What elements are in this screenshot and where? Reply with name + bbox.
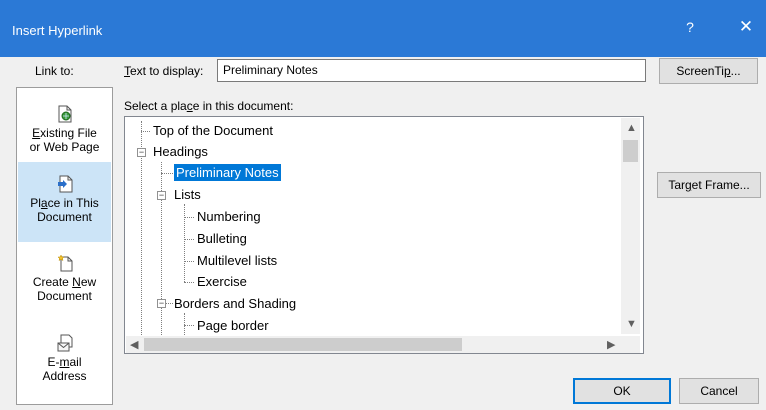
tree-item-page-border[interactable]: Page border <box>197 315 269 336</box>
link-existing-file-label: Existing File or Web Page <box>29 126 100 154</box>
tree-expander-headings[interactable]: − <box>137 148 146 157</box>
tree-item-lists[interactable]: Lists <box>174 184 201 205</box>
insert-hyperlink-dialog: Insert Hyperlink ? ✕ Link to: Existing F… <box>0 0 766 410</box>
scroll-up-arrow-icon[interactable]: ▲ <box>626 122 637 134</box>
tree-connector <box>184 204 185 282</box>
email-icon <box>57 334 72 352</box>
tree-connector <box>141 131 150 132</box>
tree-connector <box>184 325 194 326</box>
tree-item-bulleting[interactable]: Bulleting <box>197 228 247 249</box>
link-create-new-document-button[interactable]: Create New Document <box>18 254 111 316</box>
close-button[interactable]: ✕ <box>732 17 760 43</box>
link-to-panel: Existing File or Web Page Place in This … <box>16 87 113 405</box>
scroll-down-arrow-icon[interactable]: ▼ <box>626 318 637 330</box>
ok-button[interactable]: OK <box>573 378 671 404</box>
tree-vertical-scrollbar[interactable]: ▲ ▼ <box>621 118 640 334</box>
tree-connector <box>184 282 194 283</box>
scroll-right-arrow-icon[interactable]: ▶ <box>607 338 615 351</box>
tree-item-headings[interactable]: Headings <box>153 141 208 162</box>
tree-horizontal-scrollbar[interactable]: ◀ ▶ <box>126 336 621 353</box>
vertical-scroll-thumb[interactable] <box>623 140 638 162</box>
document-places-tree[interactable]: − − − Top of the Document Headings Preli… <box>124 116 644 354</box>
tree-item-numbering[interactable]: Numbering <box>197 206 261 227</box>
dialog-title: Insert Hyperlink <box>12 23 103 38</box>
web-page-icon <box>58 105 71 123</box>
target-frame-button[interactable]: Target Frame... <box>657 172 761 198</box>
tree-item-preliminary-notes[interactable]: Preliminary Notes <box>174 162 281 183</box>
screentip-button[interactable]: ScreenTip... <box>659 58 758 84</box>
tree-expander-borders[interactable]: − <box>157 299 166 308</box>
help-button[interactable]: ? <box>678 19 702 41</box>
text-to-display-label: Text to display: <box>124 64 204 78</box>
title-bar: Insert Hyperlink ? ✕ <box>0 0 766 57</box>
link-email-address-label: E-mail Address <box>42 355 87 383</box>
link-place-in-document-label: Place in This Document <box>30 196 99 224</box>
tree-item-exercise[interactable]: Exercise <box>197 271 247 292</box>
tree-item-multilevel-lists[interactable]: Multilevel lists <box>197 250 277 271</box>
tree-connector <box>161 173 173 174</box>
tree-expander-lists[interactable]: − <box>157 191 166 200</box>
link-create-new-document-label: Create New Document <box>32 275 97 303</box>
tree-item-top-of-document[interactable]: Top of the Document <box>153 120 273 141</box>
link-to-label: Link to: <box>35 64 74 78</box>
tree-item-borders-and-shading[interactable]: Borders and Shading <box>174 293 296 314</box>
tree-connector <box>184 217 194 218</box>
place-in-document-icon <box>57 175 72 193</box>
link-place-in-document-button[interactable]: Place in This Document <box>18 162 111 242</box>
new-document-icon <box>56 254 72 272</box>
link-email-address-button[interactable]: E-mail Address <box>18 334 111 394</box>
scroll-left-arrow-icon[interactable]: ◀ <box>130 338 138 351</box>
scrollbar-corner <box>621 336 640 353</box>
select-place-label: Select a place in this document: <box>124 99 294 113</box>
tree-connector <box>184 239 194 240</box>
text-to-display-input[interactable]: Preliminary Notes <box>217 59 646 82</box>
horizontal-scroll-thumb[interactable] <box>144 338 462 351</box>
tree-connector <box>184 261 194 262</box>
cancel-button[interactable]: Cancel <box>679 378 759 404</box>
